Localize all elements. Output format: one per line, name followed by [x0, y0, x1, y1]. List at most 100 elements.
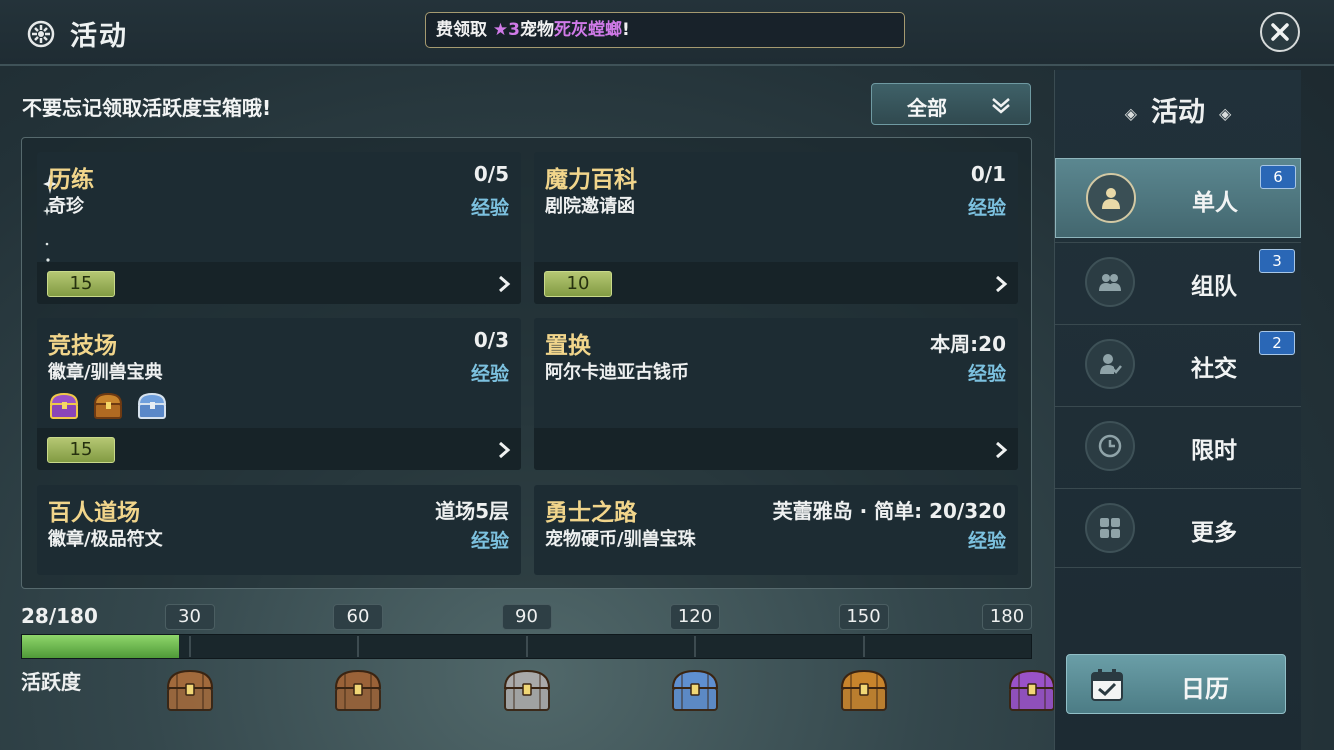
activity-progress: 本周:20: [930, 332, 1006, 356]
activity-card[interactable]: 竞技场 0/3 徽章/驯兽宝典 经验 15: [37, 318, 521, 470]
notice-prefix: 费领取: [436, 20, 487, 40]
milestone-tick: [694, 636, 696, 657]
activity-progress-fill: [22, 635, 179, 658]
notice-star: ★3: [492, 20, 520, 40]
activity-name: 魔力百科: [545, 167, 637, 193]
activity-progress: 芙蕾雅岛 · 简单: 20/320: [772, 499, 1006, 523]
activity-card[interactable]: 勇士之路 芙蕾雅岛 · 简单: 20/320 宠物硬币/驯兽宝珠 经验: [534, 485, 1018, 575]
group-icon: [1085, 257, 1135, 307]
sidebar-item-label: 社交: [1191, 356, 1237, 382]
calendar-button[interactable]: 日历: [1066, 654, 1286, 714]
activity-card[interactable]: 魔力百科 0/1 剧院邀请函 经验 10: [534, 152, 1018, 304]
sidebar-item-social[interactable]: 社交 2: [1055, 324, 1301, 404]
notice-middle: 宠物: [520, 20, 554, 40]
clock-icon: [1085, 421, 1135, 471]
exp-label: 经验: [967, 363, 1006, 385]
ornament-icon: ◈: [1219, 104, 1232, 123]
activity-reward: 阿尔卡迪亚古钱币: [545, 362, 689, 383]
activity-reward: 奇珍: [48, 196, 84, 217]
activity-list-panel: 历练 0/5 奇珍 经验 15 魔力百科 0/1 剧院邀请函 经验 10 竞技场…: [21, 137, 1032, 589]
activity-score: 28/180: [21, 604, 98, 628]
milestone-tick: [525, 636, 528, 657]
page-title: 活动: [70, 21, 128, 52]
category-sidebar: ◈ 活动 ◈ 单人 6 组队 3 社交 2 限时 更多: [1054, 70, 1301, 750]
grid-icon: [1085, 503, 1135, 553]
filter-dropdown[interactable]: 全部: [871, 83, 1031, 125]
milestone-label: 90: [501, 604, 552, 630]
ornament-icon: ◈: [1124, 104, 1137, 123]
filter-label: 全部: [907, 96, 947, 120]
count-badge: 2: [1259, 331, 1295, 355]
sidebar-item-limited[interactable]: 限时: [1055, 406, 1301, 486]
sidebar-item-solo[interactable]: 单人 6: [1055, 158, 1301, 238]
exp-label: 经验: [967, 530, 1006, 552]
card-footer: 15: [37, 262, 521, 304]
chevron-right-icon[interactable]: [994, 274, 1008, 294]
reward-chest-icon[interactable]: [163, 668, 217, 714]
exp-label: 经验: [470, 197, 509, 219]
milestone-tick: [188, 636, 191, 657]
chevron-right-icon[interactable]: [497, 274, 511, 294]
sidebar-item-team[interactable]: 组队 3: [1055, 242, 1301, 322]
reward-chests: [48, 392, 168, 420]
activity-reward: 宠物硬币/驯兽宝珠: [545, 529, 696, 550]
chest-reminder: 不要忘记领取活跃度宝箱哦!: [22, 96, 272, 120]
count-badge: 3: [1259, 249, 1295, 273]
activity-points-badge: 15: [47, 271, 115, 297]
sidebar-item-label: 更多: [1191, 520, 1237, 546]
activity-progress: 0/5: [473, 162, 509, 186]
count-badge: 6: [1260, 165, 1296, 189]
activity-name: 勇士之路: [545, 500, 637, 526]
notice-pet: 死灰螳螂: [554, 20, 622, 40]
top-bar: 活动 费领取 ★3宠物死灰螳螂!: [0, 0, 1334, 66]
activity-reward: 徽章/极品符文: [48, 529, 163, 550]
reward-chest-icon[interactable]: [837, 668, 891, 714]
activity-points-badge: 15: [47, 437, 115, 463]
milestone-tick: [357, 636, 359, 657]
reward-chest-icon[interactable]: [668, 668, 722, 714]
exp-label: 经验: [470, 363, 509, 385]
chevron-right-icon[interactable]: [994, 440, 1008, 460]
activity-name: 历练: [48, 167, 94, 193]
reward-chest-icon[interactable]: [1005, 668, 1059, 714]
activity-name: 置换: [545, 333, 591, 359]
close-button[interactable]: [1260, 12, 1300, 52]
activity-card[interactable]: 百人道场 道场5层 徽章/极品符文 经验: [37, 485, 521, 575]
chevron-down-icon: [992, 98, 1010, 114]
activity-progress: 0/3: [473, 328, 509, 352]
milestone-label: 60: [333, 604, 383, 630]
notice-suffix: !: [622, 20, 630, 40]
activity-label: 活跃度: [21, 670, 81, 694]
sidebar-item-label: 组队: [1191, 274, 1237, 300]
person-icon: [1086, 173, 1136, 223]
reward-chest-icon[interactable]: [331, 668, 385, 714]
milestone-label: 120: [670, 604, 720, 630]
sidebar-item-more[interactable]: 更多: [1055, 488, 1301, 568]
exp-label: 经验: [470, 530, 509, 552]
social-icon: [1085, 339, 1135, 389]
milestone-label: 180: [982, 604, 1032, 630]
card-footer: 15: [37, 428, 521, 470]
sidebar-item-label: 限时: [1191, 438, 1237, 464]
card-footer: 10: [534, 262, 1018, 304]
chevron-right-icon[interactable]: [497, 440, 511, 460]
notice-banner: 费领取 ★3宠物死灰螳螂!: [425, 12, 905, 48]
card-footer: [534, 428, 1018, 470]
reward-chest-icon[interactable]: [500, 668, 554, 714]
close-icon: [1271, 23, 1289, 41]
purple-chest-icon: [49, 392, 79, 419]
activity-name: 竞技场: [48, 333, 117, 359]
activity-progress: 道场5层: [435, 499, 509, 523]
activity-reward: 剧院邀请函: [545, 196, 635, 217]
blue-chest-icon: [137, 392, 167, 419]
activity-icon: [27, 20, 55, 47]
activity-card[interactable]: 置换 本周:20 阿尔卡迪亚古钱币 经验: [534, 318, 1018, 470]
activity-points-badge: 10: [544, 271, 612, 297]
activity-card[interactable]: 历练 0/5 奇珍 经验 15: [37, 152, 521, 304]
orange-chest-icon: [93, 392, 123, 419]
activity-name: 百人道场: [48, 500, 140, 526]
activity-reward: 徽章/驯兽宝典: [48, 362, 163, 383]
calendar-label: 日历: [1181, 675, 1229, 703]
milestone-tick: [862, 636, 865, 657]
calendar-icon: [1091, 669, 1123, 701]
